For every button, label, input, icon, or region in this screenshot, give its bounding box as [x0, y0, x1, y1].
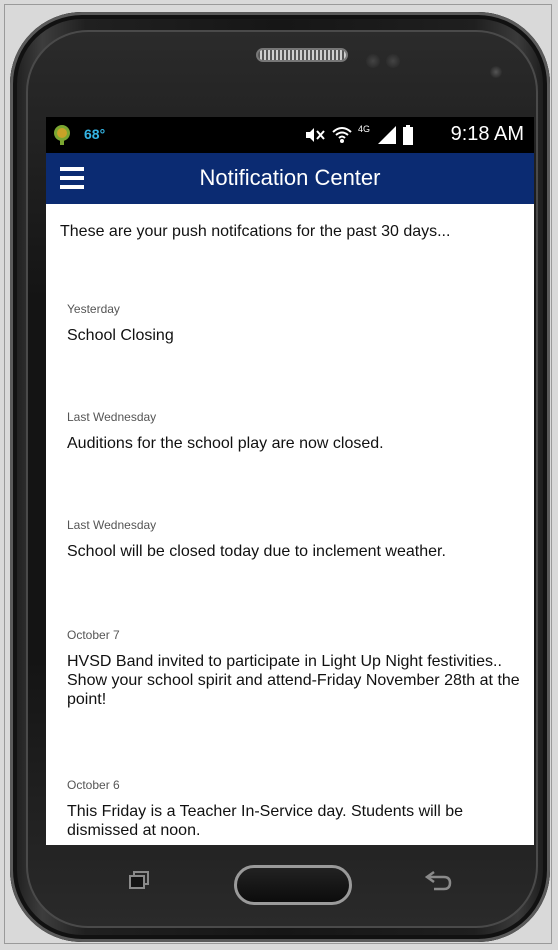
notification-text: School Closing — [67, 327, 174, 344]
recent-apps-icon[interactable] — [128, 871, 150, 889]
front-camera — [490, 66, 502, 78]
notification-date: Yesterday — [67, 302, 120, 316]
temperature-indicator: 68° — [84, 126, 106, 142]
notification-text: Auditions for the school play are now cl… — [67, 435, 384, 452]
notification-text: HVSD Band invited to participate in Ligh… — [67, 653, 520, 708]
notification-list[interactable]: These are your push notifcations for the… — [46, 204, 534, 845]
notification-date: October 6 — [67, 778, 120, 792]
status-icons: 4G — [304, 124, 414, 146]
proximity-sensor — [366, 54, 380, 68]
signal-strength-icon — [378, 126, 396, 144]
notification-date: October 7 — [67, 628, 120, 642]
hardware-navigation-bar — [46, 845, 534, 915]
notification-text: School will be closed today due to incle… — [67, 543, 446, 560]
network-type-label: 4G — [357, 124, 370, 134]
earpiece-speaker — [256, 48, 348, 62]
back-icon[interactable] — [422, 869, 454, 891]
clock: 9:18 AM — [450, 123, 524, 145]
notification-date: Last Wednesday — [67, 410, 157, 424]
notification-item[interactable]: October 7 HVSD Band invited to participa… — [67, 628, 527, 709]
notification-text: This Friday is a Teacher In-Service day.… — [67, 803, 464, 839]
notification-date: Last Wednesday — [67, 518, 157, 532]
home-button[interactable] — [234, 865, 352, 905]
status-bar: 68° 4G 9:18 AM — [46, 117, 534, 153]
battery-icon — [403, 125, 413, 145]
phone-screen: 68° 4G 9:18 AM Notification Center These… — [46, 117, 534, 845]
wifi-icon — [332, 127, 352, 143]
intro-text: These are your push notifcations for the… — [60, 223, 451, 240]
notification-item[interactable]: Last Wednesday Auditions for the school … — [67, 410, 527, 453]
page-title: Notification Center — [199, 165, 381, 190]
notification-item[interactable]: Yesterday School Closing — [67, 302, 527, 345]
light-sensor — [386, 54, 400, 68]
mute-icon — [305, 128, 325, 142]
notification-item[interactable]: Last Wednesday School will be closed tod… — [67, 518, 527, 561]
app-header: Notification Center — [46, 153, 534, 204]
notification-item[interactable]: October 6 This Friday is a Teacher In-Se… — [67, 778, 527, 840]
weather-app-icon — [54, 125, 70, 145]
